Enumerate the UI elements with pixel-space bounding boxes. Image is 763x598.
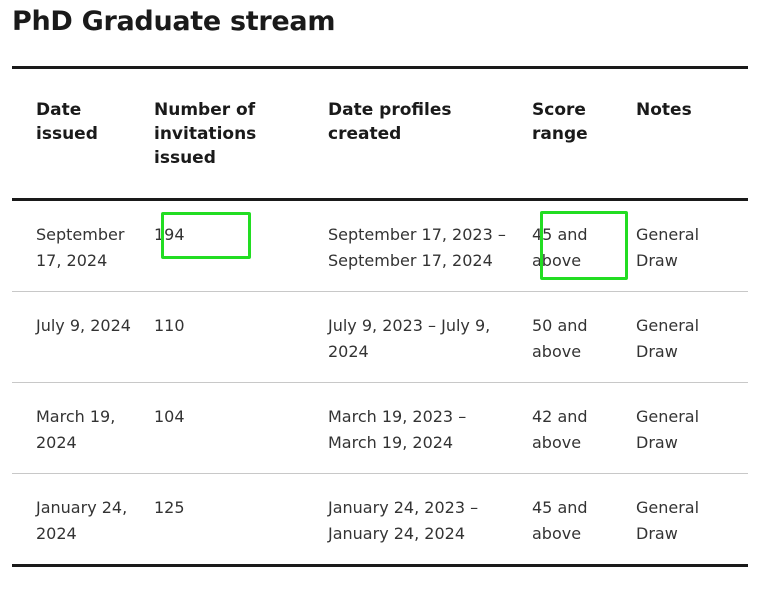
cell-date-profiles: July 9, 2023 – July 9, 2024 (328, 316, 491, 361)
cell-score-range: 45 and above (532, 225, 588, 270)
table-row: January 24, 2024 125 January 24, 2023 – … (12, 474, 748, 566)
invitations-table-container: Date issued Number of invitations issued… (12, 66, 748, 567)
table-header: Date issued Number of invitations issued… (12, 67, 748, 200)
header-date-issued: Date issued (36, 100, 98, 144)
cell-invitations: 125 (154, 498, 185, 517)
header-notes: Notes (636, 100, 692, 120)
cell-date-issued: September 17, 2024 (36, 225, 125, 270)
cell-notes: General Draw (636, 225, 700, 270)
cell-date-issued: July 9, 2024 (36, 316, 131, 335)
cell-invitations: 110 (154, 316, 185, 335)
cell-score-range: 42 and above (532, 407, 588, 452)
page-title: PhD Graduate stream (12, 6, 336, 37)
header-score-range: Score range (532, 100, 588, 144)
cell-date-profiles: September 17, 2023 – September 17, 2024 (328, 225, 506, 270)
cell-date-issued: January 24, 2024 (36, 498, 128, 543)
cell-invitations: 194 (154, 225, 185, 244)
cell-score-range: 45 and above (532, 498, 588, 543)
table-row: September 17, 2024 194 September 17, 202… (12, 200, 748, 292)
cell-invitations: 104 (154, 407, 185, 426)
cell-notes: General Draw (636, 316, 700, 361)
table-body: September 17, 2024 194 September 17, 202… (12, 200, 748, 566)
table-row: July 9, 2024 110 July 9, 2023 – July 9, … (12, 292, 748, 383)
cell-date-issued: March 19, 2024 (36, 407, 116, 452)
header-number-of-invitations: Number of invitations issued (154, 100, 257, 168)
cell-date-profiles: January 24, 2023 – January 24, 2024 (328, 498, 479, 543)
cell-score-range: 50 and above (532, 316, 588, 361)
invitations-table: Date issued Number of invitations issued… (12, 66, 748, 567)
cell-notes: General Draw (636, 407, 700, 452)
table-header-row: Date issued Number of invitations issued… (12, 67, 748, 200)
cell-date-profiles: March 19, 2023 – March 19, 2024 (328, 407, 467, 452)
header-date-profiles-created: Date profiles created (328, 100, 452, 144)
cell-notes: General Draw (636, 498, 700, 543)
table-row: March 19, 2024 104 March 19, 2023 – Marc… (12, 383, 748, 474)
